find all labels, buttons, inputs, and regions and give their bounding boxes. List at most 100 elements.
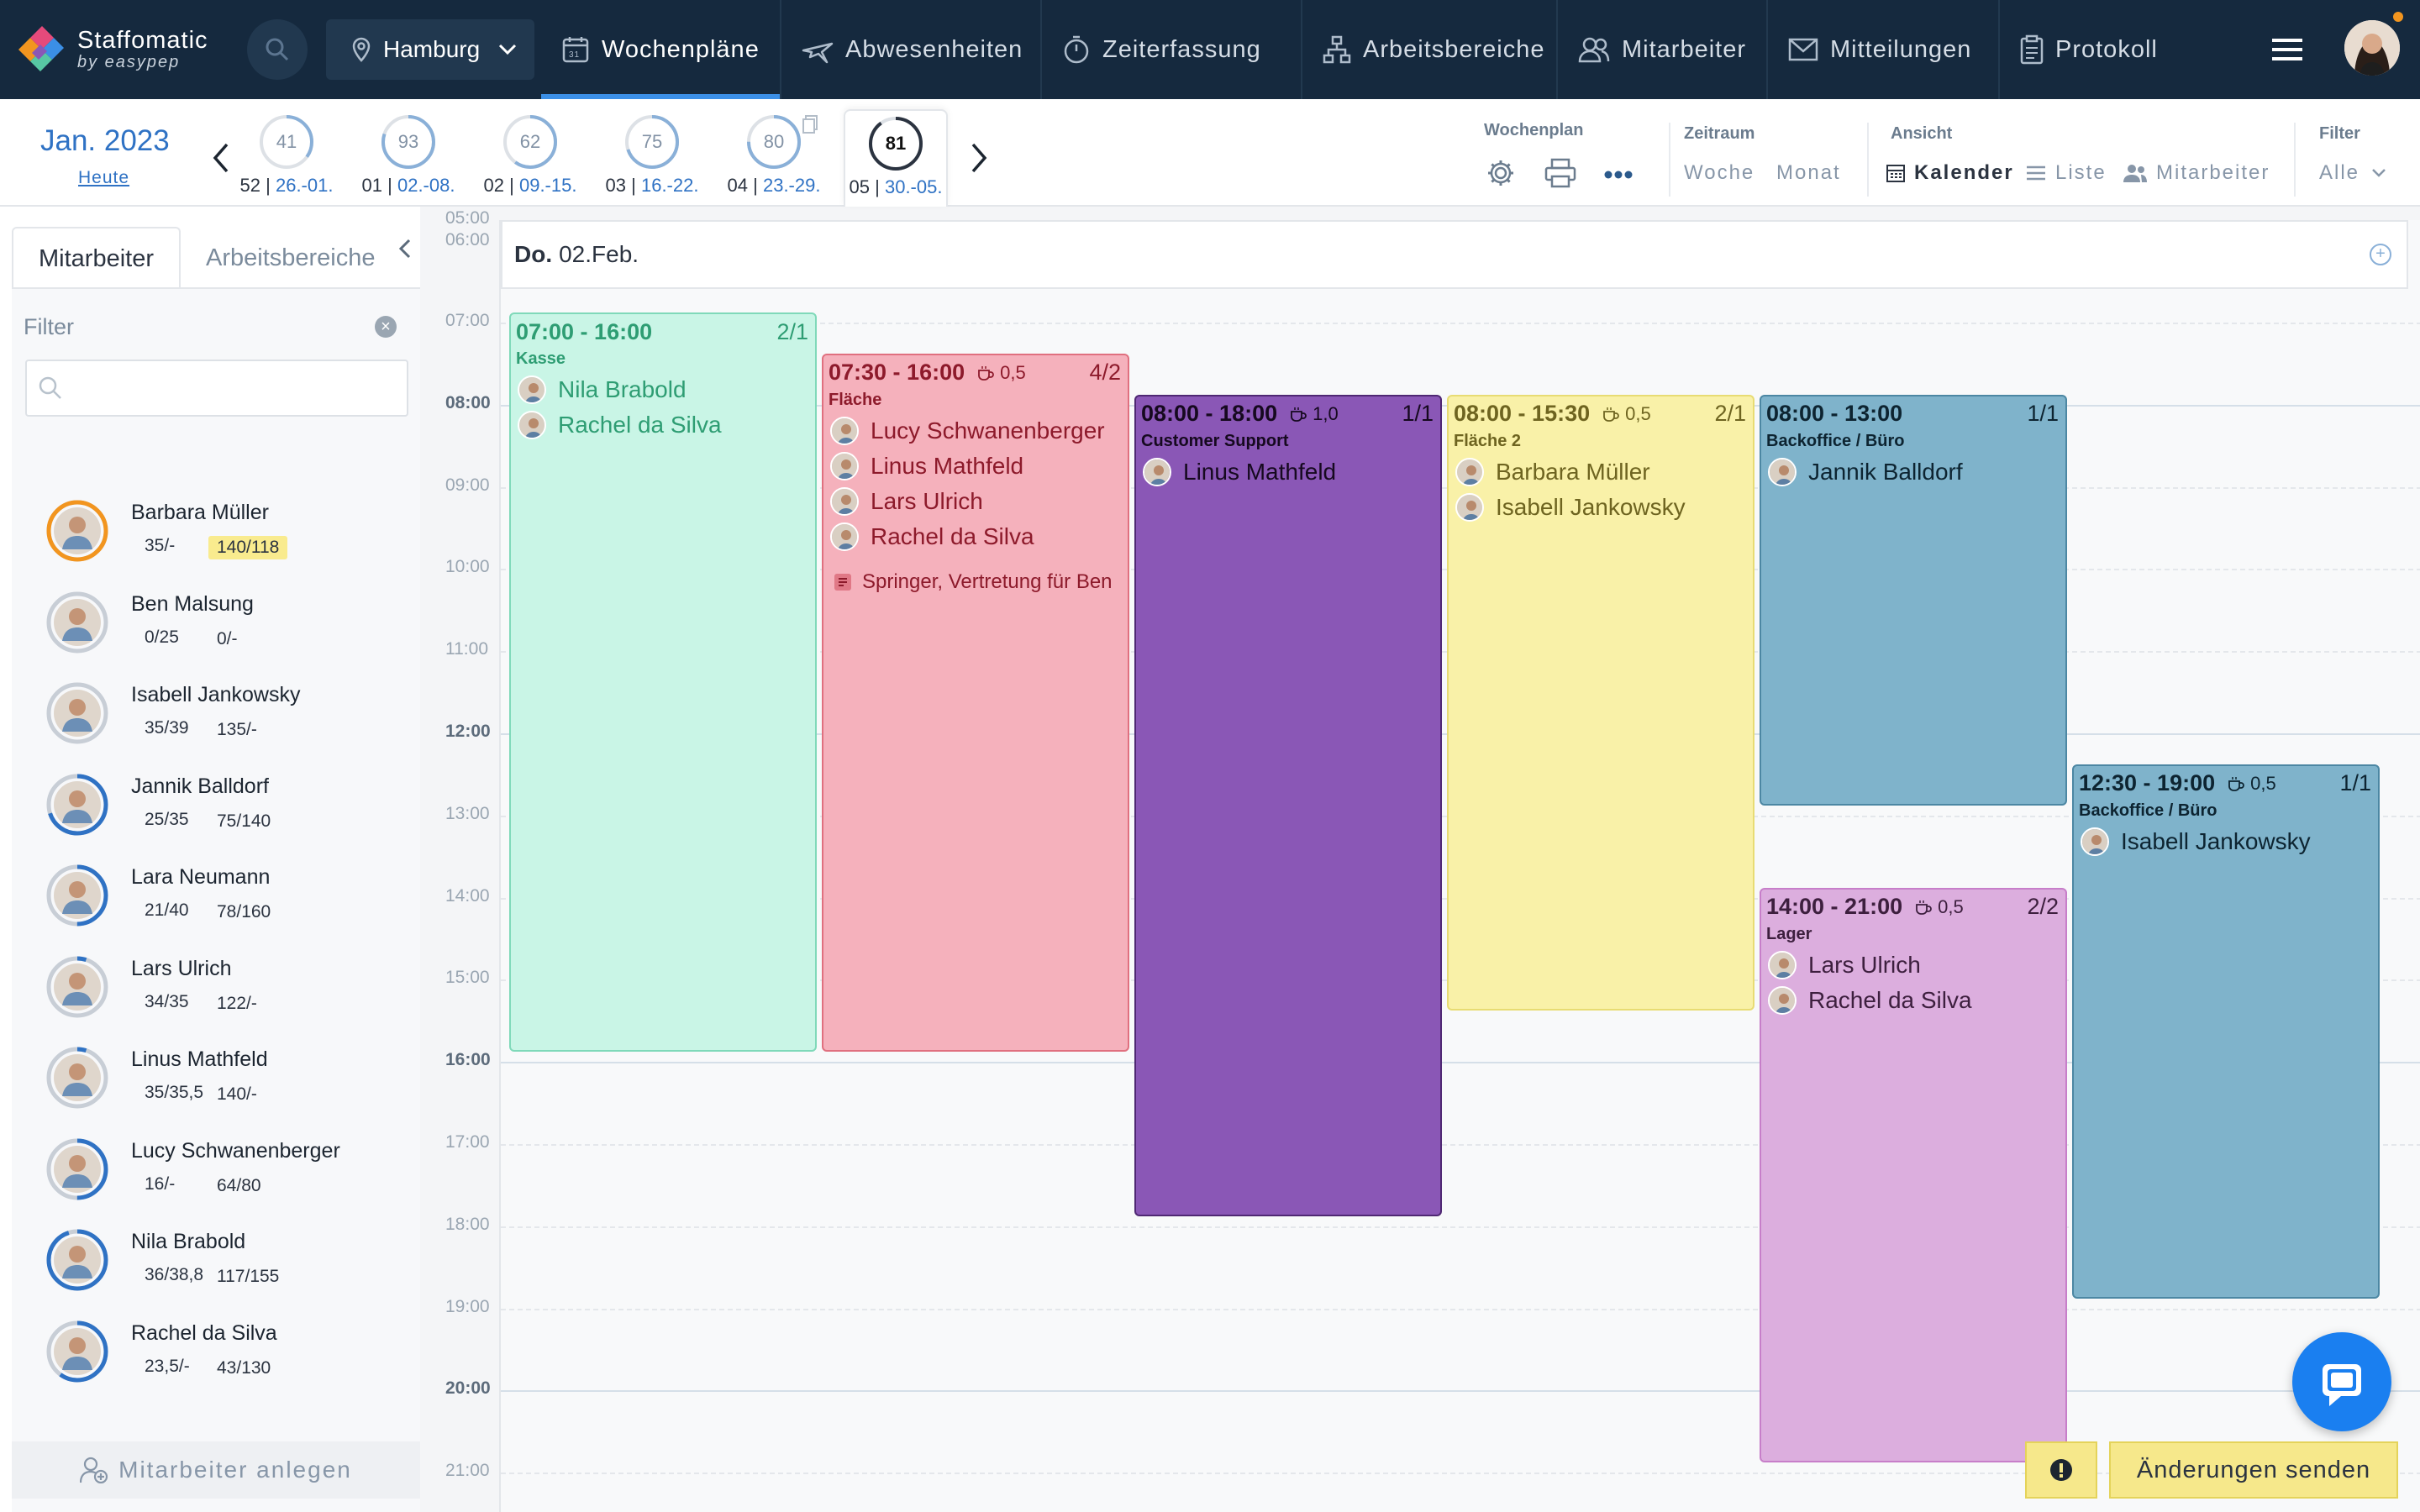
ansicht-title: Ansicht — [1891, 124, 1953, 143]
shift-employee[interactable]: Barbara Müller — [1455, 455, 1650, 489]
shift-employee[interactable]: Rachel da Silva — [830, 520, 1034, 554]
nav-label: Mitarbeiter — [1622, 35, 1746, 63]
day-calendar: Do. 02.Feb. + 07:00 - 16:00 2/1 Kasse Nila … — [499, 220, 2420, 1512]
view-list-option[interactable]: Liste — [2025, 161, 2107, 185]
nav-wochenplaene[interactable]: 31 Wochenpläne — [541, 0, 781, 99]
shift-break: 0,5 — [976, 362, 1026, 384]
week-label: 01 | 02.-08. — [361, 175, 455, 196]
view-calendar-label: Kalender — [1914, 161, 2014, 184]
week-selector-1[interactable]: 93 01 | 02.-08. — [356, 114, 460, 207]
nav-zeiterfassung[interactable]: Zeiterfassung — [1042, 0, 1302, 99]
shift-employee[interactable]: Jannik Balldorf — [1768, 455, 1963, 489]
employee-item[interactable]: Linus Mathfeld 35/35,5 140/- — [32, 1046, 418, 1130]
employee-filter-input[interactable] — [25, 360, 408, 417]
week-label: 02 | 09.-15. — [483, 175, 577, 196]
period-week-option[interactable]: Woche — [1684, 161, 1754, 185]
period-month-option[interactable]: Monat — [1776, 161, 1841, 185]
shift-employee[interactable]: Nila Brabold — [518, 373, 687, 407]
shift-employee[interactable]: Isabell Jankowsky — [1455, 491, 1686, 524]
employee-item[interactable]: Isabell Jankowsky 35/39 135/- — [32, 681, 418, 765]
shift-employee[interactable]: Linus Mathfeld — [830, 449, 1023, 483]
tab-employees[interactable]: Mitarbeiter — [12, 227, 181, 289]
shift-employee[interactable]: Rachel da Silva — [1768, 984, 1972, 1017]
note-icon — [834, 573, 851, 591]
schedule-toolbar: Jan. 2023 Heute 41 52 | 26.-01. 93 01 | … — [0, 99, 2420, 207]
employee-item[interactable]: Ben Malsung 0/25 0/- — [32, 591, 418, 675]
more-options-icon[interactable] — [1603, 170, 1634, 180]
week-selector-3[interactable]: 75 03 | 16.-22. — [600, 114, 704, 207]
shift-card[interactable]: 08:00 - 15:30 0,5 2/1 Fläche 2 Barbara Mülle… — [1447, 394, 1754, 1011]
clear-filter-icon[interactable]: × — [375, 316, 397, 338]
employee-item[interactable]: Rachel da Silva 23,5/- 43/130 — [32, 1320, 418, 1404]
send-changes-button[interactable]: Änderungen senden — [2109, 1441, 2398, 1499]
week-label: 05 | 30.-05. — [849, 176, 943, 197]
hour-label: 07:00 — [445, 311, 490, 330]
shift-card[interactable]: 07:30 - 16:00 0,5 4/2 Fläche Lucy Schwanenbe… — [822, 353, 1129, 1053]
nav-label: Mitteilungen — [1830, 35, 1972, 63]
employee-item[interactable]: Barbara Müller 35/- 140/118 — [32, 499, 418, 583]
week-count: 75 — [641, 131, 663, 152]
chevron-right-icon[interactable] — [966, 141, 992, 175]
collapse-panel-icon[interactable] — [397, 237, 413, 260]
week-selector-2[interactable]: 62 02 | 09.-15. — [478, 114, 582, 207]
week-selector-0[interactable]: 41 52 | 26.-01. — [234, 114, 339, 207]
shift-card[interactable]: 07:00 - 16:00 2/1 Kasse Nila Brabold Rachel … — [509, 312, 817, 1053]
employee-item[interactable]: Lars Ulrich 34/35 122/- — [32, 955, 418, 1039]
employee-item[interactable]: Lucy Schwanenberger 16/- 64/80 — [32, 1137, 418, 1221]
shift-employee[interactable]: Rachel da Silva — [518, 408, 722, 442]
shift-card[interactable]: 08:00 - 18:00 1,0 1/1 Customer Support Linus… — [1134, 394, 1442, 1216]
location-dropdown[interactable]: Hamburg — [326, 19, 534, 80]
employee-monthly-hours: 75/140 — [217, 811, 271, 831]
nav-arbeitsbereiche[interactable]: Arbeitsbereiche — [1302, 0, 1558, 99]
shift-employee-name: Nila Brabold — [558, 376, 687, 402]
nav-mitarbeiter[interactable]: Mitarbeiter — [1558, 0, 1768, 99]
shift-employee-name: Rachel da Silva — [558, 412, 722, 438]
employee-avatar — [45, 499, 109, 563]
employee-item[interactable]: Nila Brabold 36/38,8 117/155 — [32, 1228, 418, 1312]
hamburger-menu-icon[interactable] — [2272, 34, 2306, 66]
today-link[interactable]: Heute — [78, 168, 129, 188]
add-employee-button[interactable]: Mitarbeiter anlegen — [12, 1441, 420, 1499]
shift-employee[interactable]: Isabell Jankowsky — [2081, 825, 2311, 858]
shift-time: 12:30 - 19:00 — [2079, 770, 2216, 796]
current-month[interactable]: Jan. 2023 — [40, 124, 170, 158]
shift-employee[interactable]: Lars Ulrich — [830, 485, 983, 518]
week-selector-5[interactable]: 81 05 | 30.-05. — [844, 109, 948, 207]
add-shift-icon[interactable]: + — [2370, 244, 2391, 265]
week-label: 04 | 23.-29. — [727, 175, 821, 196]
filter-dropdown[interactable]: Alle — [2319, 161, 2386, 185]
shift-card[interactable]: 12:30 - 19:00 0,5 1/1 Backoffice / Büro Isab… — [2072, 764, 2380, 1299]
employee-name: Ben Malsung — [131, 591, 254, 616]
global-search-button[interactable] — [247, 19, 308, 80]
brand[interactable]: Staffomatic by easypep — [15, 20, 242, 79]
nav-protokoll[interactable]: Protokoll — [2000, 0, 2185, 99]
employee-name: Nila Brabold — [131, 1230, 246, 1253]
tab-areas[interactable]: Arbeitsbereiche — [181, 227, 401, 289]
support-chat-button[interactable] — [2292, 1332, 2391, 1431]
nav-abwesenheiten[interactable]: Abwesenheiten — [781, 0, 1042, 99]
nav-mitteilungen[interactable]: Mitteilungen — [1768, 0, 2000, 99]
shift-card[interactable]: 08:00 - 13:00 1/1 Backoffice / Büro Jannik … — [1760, 394, 2067, 806]
shift-employee[interactable]: Lars Ulrich — [1768, 948, 1921, 982]
user-avatar[interactable] — [2344, 20, 2400, 76]
week-selector-4[interactable]: 80 04 | 23.-29. — [722, 114, 826, 207]
view-calendar-option[interactable]: Kalender — [1886, 161, 2014, 185]
shift-employee[interactable]: Lucy Schwanenberger — [830, 414, 1105, 448]
avatar-ring — [46, 591, 108, 653]
shift-employee[interactable]: Linus Mathfeld — [1143, 455, 1336, 489]
gear-icon[interactable] — [1486, 158, 1516, 188]
calendar-grid-icon — [1886, 165, 1905, 182]
chevron-left-icon[interactable] — [208, 141, 234, 175]
employee-avatar — [1768, 457, 1797, 486]
shift-employee-name: Linus Mathfeld — [1183, 458, 1337, 485]
employee-item[interactable]: Lara Neumann 21/40 78/160 — [32, 864, 418, 948]
employee-item[interactable]: Jannik Balldorf 25/35 75/140 — [32, 773, 418, 857]
top-navigation-bar: Staffomatic by easypep Hamburg 31 Wochen… — [0, 0, 2420, 99]
shift-break: 0,5 — [1602, 403, 1651, 425]
printer-icon[interactable] — [1544, 158, 1576, 188]
employee-name: Isabell Jankowsky — [131, 683, 301, 706]
shift-card[interactable]: 14:00 - 21:00 0,5 2/2 Lager Lars Ulrich Rache… — [1760, 887, 2067, 1463]
view-employee-option[interactable]: Mitarbeiter — [2123, 161, 2270, 185]
warning-button[interactable] — [2025, 1441, 2097, 1499]
shift-employee-name: Lucy Schwanenberger — [871, 417, 1105, 444]
